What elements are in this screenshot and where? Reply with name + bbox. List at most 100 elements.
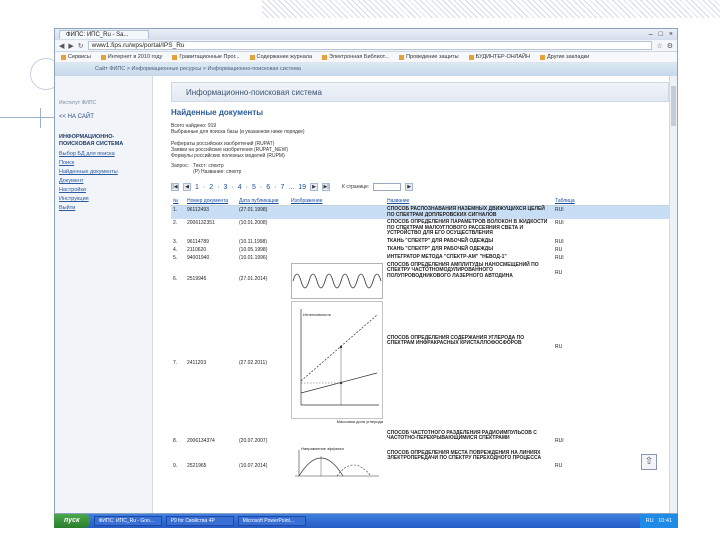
col-header[interactable]: Изображение bbox=[289, 197, 385, 206]
doc-number-link[interactable]: 96114789 bbox=[185, 238, 237, 246]
start-button[interactable]: пуск bbox=[54, 514, 90, 528]
bookmark-item[interactable]: Сервисы bbox=[61, 54, 91, 60]
table-row[interactable]: 2. 2006132351 (10.01.2008) СПОСОБ ОПРЕДЕ… bbox=[171, 219, 669, 238]
forward-icon[interactable]: ▶ bbox=[68, 42, 73, 50]
doc-number-link[interactable]: 96112493 bbox=[185, 205, 237, 219]
taskbar-task[interactable]: ФИПС: ИПС_Ru - Goo... bbox=[93, 516, 162, 526]
taskbar: пуск ФИПС: ИПС_Ru - Goo... P9 for Свойст… bbox=[54, 514, 678, 528]
table-row[interactable]: 9. 2521965 (10.07.2014) Направление эффе… bbox=[171, 445, 669, 486]
page-link[interactable]: 7 bbox=[281, 184, 285, 191]
back-icon[interactable]: ◀ bbox=[59, 42, 64, 50]
table-row[interactable]: 1. 96112493 (27.01.1998) СПОСОБ РАСПОЗНА… bbox=[171, 205, 669, 219]
table-code: RU bbox=[555, 246, 563, 253]
page-link[interactable]: 3 bbox=[224, 184, 228, 191]
scroll-to-top-button[interactable]: ⇧ bbox=[641, 454, 657, 470]
bookmark-item[interactable]: Проведение защиты bbox=[399, 54, 459, 60]
taskbar-task[interactable]: Microsoft PowerPoint... bbox=[237, 516, 306, 526]
doc-number-link[interactable]: 2411203 bbox=[185, 300, 237, 430]
row-number: 2. bbox=[173, 220, 178, 226]
results-table: № Номер документа Дата публикации Изобра… bbox=[171, 197, 669, 486]
doc-title[interactable]: СПОСОБ РАСПОЗНАВАНИЯ НАЗЕМНЫХ ДВИЖУЩИХСЯ… bbox=[385, 205, 553, 219]
row-number: 5. bbox=[173, 254, 178, 261]
minimize-icon[interactable]: – bbox=[649, 31, 653, 38]
doc-title[interactable]: ИНТЕГРАТОР МЕТОДА "СПЕКТР-АМ" "НЕВОД-1" bbox=[385, 254, 553, 262]
bookmark-item[interactable]: Интернет в 2010 году bbox=[100, 54, 162, 60]
clock: 10:41 bbox=[658, 518, 672, 524]
doc-title[interactable]: СПОСОБ ОПРЕДЕЛЕНИЯ АМПЛИТУДЫ НАНОСМЕЩЕНИ… bbox=[385, 262, 553, 300]
page-scrollbar[interactable] bbox=[669, 76, 677, 513]
pagination: |◀ ◀ 1 · 2 · 3 · 4 · 5 · 6 · 7 ... 19 ▶ ▶| К с… bbox=[171, 183, 669, 191]
doc-number-link[interactable]: 2521965 bbox=[185, 445, 237, 486]
doc-number-link[interactable]: 2006132351 bbox=[185, 219, 237, 238]
goto-page-input[interactable] bbox=[373, 183, 402, 191]
next-page-button[interactable]: ▶ bbox=[310, 183, 319, 191]
taskbar-task[interactable]: P9 for Свойства 4P bbox=[165, 516, 234, 526]
row-image bbox=[289, 254, 385, 262]
sidebar-item-found[interactable]: Найденные документы bbox=[59, 169, 148, 175]
bookmark-item[interactable]: Гравитационные Прог... bbox=[172, 54, 240, 60]
sidebar-item-settings[interactable]: Настройки bbox=[59, 187, 148, 193]
back-to-site-link[interactable]: << НА САЙТ bbox=[59, 114, 148, 120]
row-image: Направление эффекта bbox=[289, 445, 385, 486]
page-link[interactable]: 5 bbox=[252, 184, 256, 191]
col-header[interactable]: Таблица bbox=[553, 197, 669, 206]
doc-title[interactable]: СПОСОБ ОПРЕДЕЛЕНИЯ ПАРАМЕТРОВ ВОЛОКОН В … bbox=[385, 219, 553, 238]
maximize-icon[interactable]: □ bbox=[659, 31, 663, 38]
doc-number-link[interactable]: 2006134374 bbox=[185, 430, 237, 445]
col-header[interactable]: Номер документа bbox=[185, 197, 237, 206]
first-page-button[interactable]: |◀ bbox=[171, 183, 179, 191]
url-input[interactable]: www1.fips.ru/wps/portal/IPS_Ru bbox=[87, 41, 653, 50]
pub-date: (10.01.1996) bbox=[239, 254, 268, 261]
sidebar-item-search[interactable]: Поиск bbox=[59, 160, 148, 166]
page-ellipsis: ... bbox=[288, 183, 295, 191]
table-row[interactable]: 4. 2110620 (10.05.1998) ТКАНЬ "СПЕКТР" Д… bbox=[171, 246, 669, 254]
page-link[interactable]: 1 bbox=[195, 184, 199, 191]
star-icon[interactable]: ☆ bbox=[656, 42, 662, 50]
bookmark-item[interactable]: Содержание журнала bbox=[249, 54, 312, 60]
doc-title[interactable]: СПОСОБ ОПРЕДЕЛЕНИЯ СОДЕРЖАНИЯ УГЛЕРОДА П… bbox=[385, 300, 553, 430]
table-row[interactable]: 6. 2519945 (27.01.2014) СПОСОБ ОПРЕДЕЛЕН… bbox=[171, 262, 669, 300]
wrench-icon[interactable]: ⚙ bbox=[667, 42, 673, 50]
bookmark-icon bbox=[399, 54, 405, 60]
col-header[interactable]: № bbox=[171, 197, 185, 206]
table-row[interactable]: 8. 2006134374 (20.07.2007) СПОСОБ ЧАСТОТ… bbox=[171, 430, 669, 445]
close-icon[interactable]: × bbox=[669, 31, 673, 38]
goto-page-button[interactable]: ▶ bbox=[405, 183, 414, 191]
bookmark-icon bbox=[468, 54, 474, 60]
col-header[interactable]: Название bbox=[385, 197, 553, 206]
bookmark-item[interactable]: Электронная Библиот... bbox=[322, 54, 389, 60]
doc-title[interactable]: ТКАНЬ "СПЕКТР" ДЛЯ РАБОЧЕЙ ОДЕЖДЫ bbox=[385, 246, 553, 254]
pub-date: (20.07.2007) bbox=[239, 437, 268, 444]
doc-number-link[interactable]: 2519945 bbox=[185, 262, 237, 300]
doc-title[interactable]: ТКАНЬ "СПЕКТР" ДЛЯ РАБОЧЕЙ ОДЕЖДЫ bbox=[385, 238, 553, 246]
doc-number-link[interactable]: 94001940 bbox=[185, 254, 237, 262]
bookmark-item[interactable]: Другие закладки bbox=[540, 54, 589, 60]
scrollbar-thumb[interactable] bbox=[671, 86, 676, 126]
bookmark-item[interactable]: БУДИНТЕР-ОНЛАЙН bbox=[468, 54, 530, 60]
language-indicator[interactable]: RU bbox=[646, 518, 654, 524]
doc-title[interactable]: СПОСОБ ЧАСТОТНОГО РАЗДЕЛЕНИЯ РАДИОИМПУЛЬ… bbox=[385, 430, 553, 445]
page-link[interactable]: 4 bbox=[238, 184, 242, 191]
table-row[interactable]: 3. 96114789 (10.11.1998) ТКАНЬ "СПЕКТР" … bbox=[171, 238, 669, 246]
system-title: Информационно-поисковая система bbox=[171, 82, 669, 102]
page-title: Найденные документы bbox=[171, 108, 264, 117]
sidebar-item-instructions[interactable]: Инструкция bbox=[59, 196, 148, 202]
table-row[interactable]: 7. 2411203 (27.02.2011) Массовая доля уг… bbox=[171, 300, 669, 430]
decorative-line bbox=[40, 108, 41, 128]
doc-title[interactable]: СПОСОБ ОПРЕДЕЛЕНИЯ МЕСТА ПОВРЕЖДЕНИЯ НА … bbox=[385, 445, 553, 486]
row-number: 1. bbox=[171, 205, 185, 219]
doc-number-link[interactable]: 2110620 bbox=[185, 246, 237, 254]
last-page-button[interactable]: ▶| bbox=[322, 183, 331, 191]
prev-page-button[interactable]: ◀ bbox=[183, 183, 191, 191]
col-header[interactable]: Дата публикации bbox=[237, 197, 289, 206]
page-link[interactable]: 6 bbox=[266, 184, 270, 191]
reload-icon[interactable]: ↻ bbox=[78, 42, 84, 50]
main-panel: Информационно-поисковая система Найденны… bbox=[153, 76, 677, 513]
table-row[interactable]: 5. 94001940 (10.01.1996) ИНТЕГРАТОР МЕТО… bbox=[171, 254, 669, 262]
sidebar-item-db-select[interactable]: Выбор БД для поиска bbox=[59, 151, 148, 157]
browser-tab[interactable]: ФИПС: ИПС_Ru - Sa... bbox=[59, 30, 149, 39]
page-link[interactable]: 2 bbox=[209, 184, 213, 191]
page-link[interactable]: 19 bbox=[298, 184, 306, 191]
sidebar-item-document[interactable]: Документ bbox=[59, 178, 148, 184]
sidebar-item-exit[interactable]: Выйти bbox=[59, 205, 148, 211]
